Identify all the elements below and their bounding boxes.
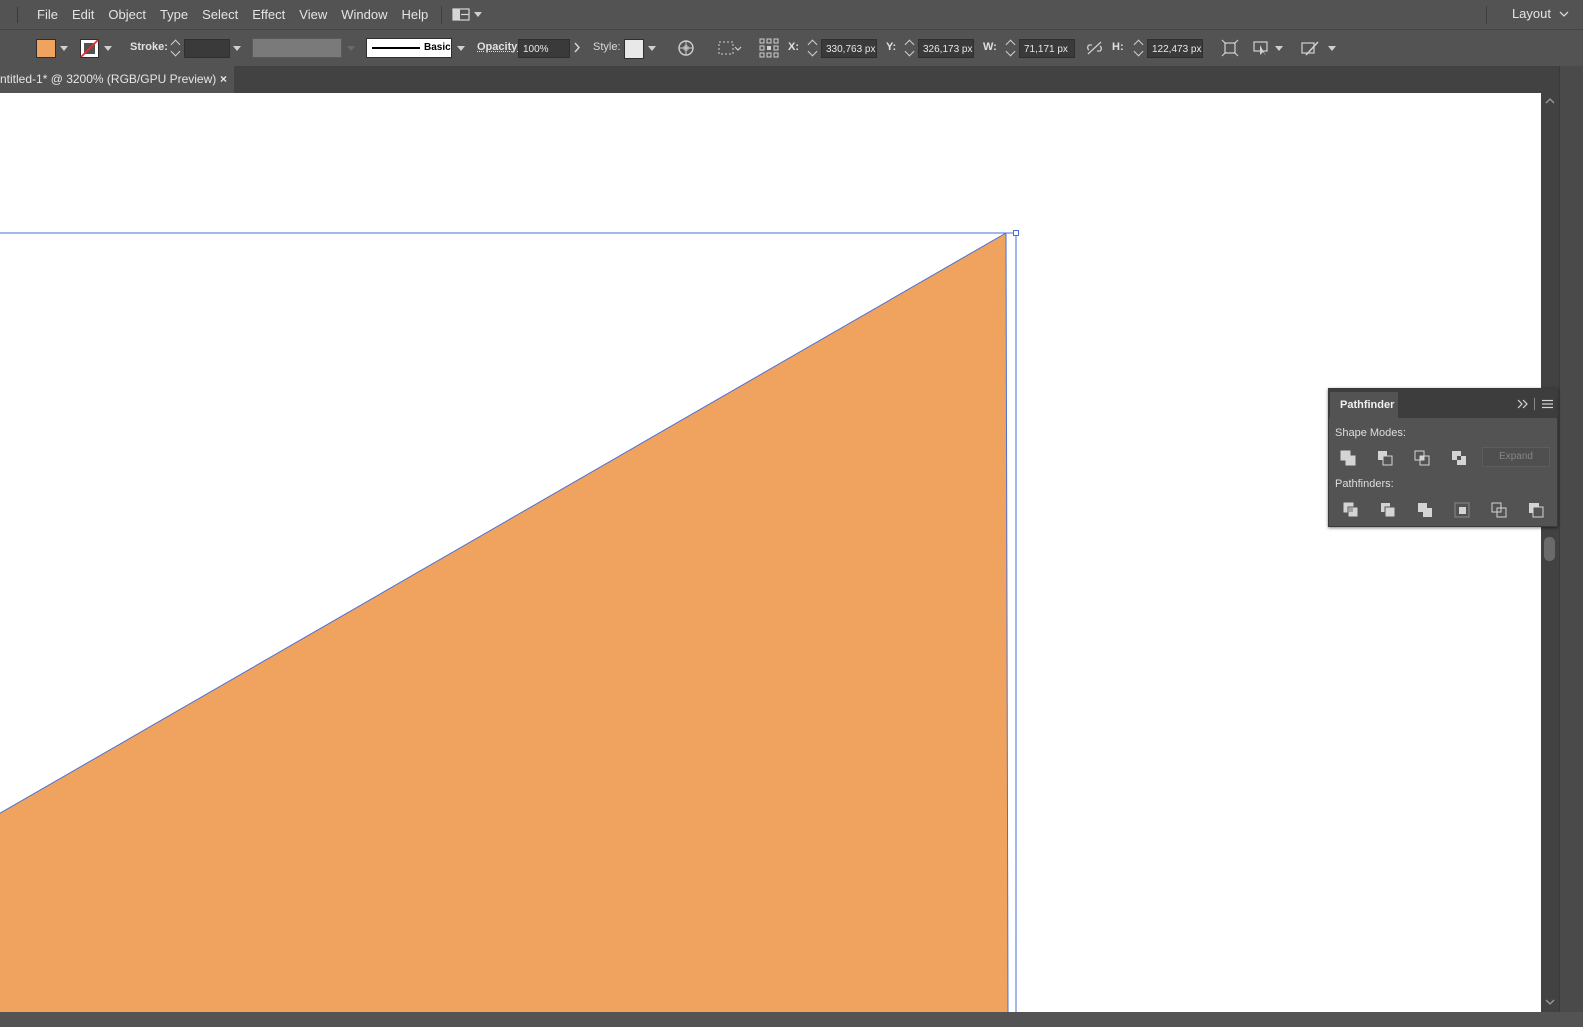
menu-file[interactable]: File	[30, 7, 65, 22]
document-tab-bar: ntitled-1* @ 3200% (RGB/GPU Preview) ×	[0, 66, 1583, 93]
chevron-down-icon[interactable]	[104, 46, 112, 51]
chevron-down-icon	[474, 12, 482, 17]
pathfinder-panel: Pathfinder Shape Modes: Expand Pathfinde…	[1328, 388, 1558, 527]
edit-envelope-icon[interactable]	[1300, 39, 1320, 57]
x-field[interactable]: 330,763 px	[821, 39, 877, 58]
minus-front-icon[interactable]	[1377, 450, 1393, 466]
arrange-documents-icon	[452, 8, 470, 22]
scroll-up-icon[interactable]	[1545, 97, 1555, 105]
menu-type[interactable]: Type	[153, 7, 195, 22]
document-tab-title: ntitled-1* @ 3200% (RGB/GPU Preview)	[0, 72, 216, 86]
x-label: X:	[788, 41, 799, 53]
header-divider	[1534, 398, 1535, 410]
opacity-field[interactable]: 100%	[518, 39, 570, 58]
chevron-down-icon[interactable]	[60, 46, 68, 51]
menu-select[interactable]: Select	[195, 7, 245, 22]
h-field[interactable]: 122,473 px	[1147, 39, 1203, 58]
w-label: W:	[983, 41, 997, 53]
pathfinder-tab[interactable]: Pathfinder	[1330, 392, 1398, 418]
menu-edit[interactable]: Edit	[65, 7, 101, 22]
recolor-artwork-icon[interactable]	[677, 39, 695, 57]
w-field[interactable]: 71,171 px	[1019, 39, 1075, 58]
chevron-down-icon[interactable]	[648, 46, 656, 51]
pathfinders-label: Pathfinders:	[1335, 478, 1394, 490]
chevron-down-icon[interactable]	[1275, 46, 1283, 51]
unite-icon[interactable]	[1340, 450, 1356, 466]
chevron-down-icon	[347, 46, 355, 51]
crop-icon[interactable]	[1454, 502, 1470, 518]
menu-effect[interactable]: Effect	[245, 7, 292, 22]
variable-width-profile-field[interactable]	[252, 38, 342, 58]
workspace-label: Layout	[1512, 6, 1551, 21]
y-field[interactable]: 326,173 px	[918, 39, 974, 58]
selection-handle[interactable]	[1014, 231, 1019, 236]
outline-icon[interactable]	[1491, 502, 1507, 518]
stroke-weight-field[interactable]	[184, 39, 230, 58]
divide-icon[interactable]	[1343, 502, 1359, 518]
style-label: Style:	[593, 41, 621, 53]
triangle-shape[interactable]	[0, 233, 1008, 1012]
chevron-right-icon[interactable]	[573, 42, 581, 53]
opacity-label[interactable]: Opacity:	[477, 41, 521, 53]
shape-modes-label: Shape Modes:	[1335, 427, 1406, 439]
chevron-down-icon[interactable]	[1328, 46, 1336, 51]
stroke-weight-stepper[interactable]	[170, 39, 180, 57]
scroll-thumb[interactable]	[1544, 537, 1555, 561]
minus-back-icon[interactable]	[1528, 502, 1544, 518]
h-label: H:	[1112, 41, 1124, 53]
menu-separator	[441, 6, 442, 24]
vertical-scrollbar[interactable]	[1541, 93, 1559, 1012]
brush-stroke-preview	[372, 47, 420, 49]
workspace-separator	[1486, 6, 1487, 24]
panel-menu-icon[interactable]	[1542, 399, 1553, 409]
control-bar: Stroke: Basic Opacity: 100% Style: X: 33…	[0, 29, 1583, 67]
align-selection-icon[interactable]	[718, 40, 742, 56]
canvas[interactable]	[0, 93, 1541, 1012]
menu-bar-divider	[17, 7, 18, 23]
trim-icon[interactable]	[1380, 502, 1396, 518]
fill-swatch[interactable]	[36, 39, 56, 58]
reference-point-icon[interactable]	[759, 38, 779, 58]
chevron-down-icon	[1559, 11, 1569, 17]
right-panel-dock	[1559, 66, 1583, 1012]
transform-icon[interactable]	[1221, 39, 1239, 57]
menu-view[interactable]: View	[292, 7, 334, 22]
y-stepper[interactable]	[904, 39, 914, 57]
status-bar	[0, 1012, 1583, 1027]
merge-icon[interactable]	[1417, 502, 1433, 518]
expand-button[interactable]: Expand	[1482, 447, 1550, 467]
menu-window[interactable]: Window	[334, 7, 394, 22]
stroke-none-swatch-icon[interactable]	[80, 39, 99, 58]
graphic-style-swatch[interactable]	[624, 39, 644, 59]
artwork-layer[interactable]	[0, 93, 1541, 1012]
x-stepper[interactable]	[807, 39, 817, 57]
pathfinder-panel-header: Pathfinder	[1329, 389, 1557, 418]
constrain-proportions-icon[interactable]	[1086, 41, 1103, 55]
menu-help[interactable]: Help	[394, 7, 435, 22]
stroke-label: Stroke:	[130, 41, 168, 53]
close-icon[interactable]: ×	[220, 66, 227, 93]
arrange-documents-button[interactable]	[452, 8, 482, 22]
exclude-icon[interactable]	[1451, 450, 1467, 466]
h-stepper[interactable]	[1133, 39, 1143, 57]
chevron-down-icon[interactable]	[233, 46, 241, 51]
intersect-icon[interactable]	[1414, 450, 1430, 466]
workspace-switcher[interactable]: Layout	[1512, 6, 1569, 21]
collapse-panel-icon[interactable]	[1517, 399, 1529, 409]
document-tab[interactable]: ntitled-1* @ 3200% (RGB/GPU Preview) ×	[0, 66, 234, 93]
scroll-down-icon[interactable]	[1545, 998, 1555, 1006]
isolate-selected-icon[interactable]	[1252, 39, 1270, 57]
menu-object[interactable]: Object	[101, 7, 153, 22]
menu-bar: File Edit Object Type Select Effect View…	[0, 0, 1583, 29]
brush-definition-label: Basic	[424, 42, 451, 53]
w-stepper[interactable]	[1005, 39, 1015, 57]
y-label: Y:	[886, 41, 896, 53]
chevron-down-icon[interactable]	[457, 46, 465, 51]
brush-definition-field[interactable]: Basic	[366, 38, 452, 58]
